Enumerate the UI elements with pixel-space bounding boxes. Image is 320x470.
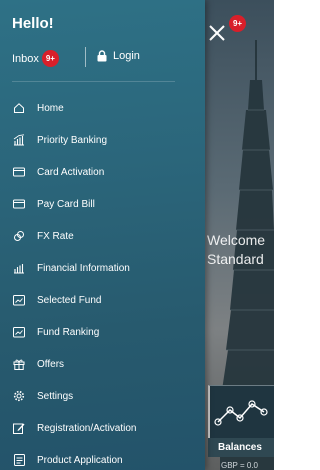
menu-item-pay-card-bill[interactable]: Pay Card Bill (0, 188, 205, 220)
header-divider-line (12, 81, 175, 82)
home-icon (12, 101, 26, 115)
header-divider (85, 47, 86, 67)
menu-label: Registration/Activation (37, 422, 137, 434)
menu-label: Product Application (37, 454, 123, 466)
welcome-line-1: Welcome (207, 232, 266, 248)
priority-banking-icon (12, 133, 26, 147)
card-icon (12, 197, 26, 211)
balances-tile-label: Balances (208, 438, 274, 457)
login-label: Login (113, 50, 140, 62)
menu-item-offers[interactable]: Offers (0, 348, 205, 380)
menu-item-financial-information[interactable]: Financial Information (0, 252, 205, 284)
balances-tile[interactable] (208, 385, 274, 439)
document-icon (12, 453, 26, 467)
edit-icon (12, 421, 26, 435)
menu-item-product-application[interactable]: Product Application (0, 444, 205, 470)
close-icon[interactable] (206, 22, 228, 44)
menu-label: Settings (37, 390, 74, 402)
currency-readout: GBP = 0.0 (221, 461, 258, 470)
gift-icon (12, 357, 26, 371)
menu-label: Financial Information (37, 262, 130, 274)
menu-label: Home (37, 102, 64, 114)
navigation-drawer: Hello! Inbox 9+ Login Home Priority Bank… (0, 0, 205, 470)
menu-label: FX Rate (37, 230, 74, 242)
menu-label: Priority Banking (37, 134, 108, 146)
drawer-menu: Home Priority Banking Card Activation Pa… (0, 92, 205, 470)
menu-label: Fund Ranking (37, 326, 100, 338)
notification-badge: 9+ (229, 15, 246, 32)
chart-trend-icon (214, 400, 268, 426)
menu-item-registration-activation[interactable]: Registration/Activation (0, 412, 205, 444)
welcome-text: Welcome Standard (207, 231, 265, 269)
fx-rate-icon (12, 229, 26, 243)
menu-item-selected-fund[interactable]: Selected Fund (0, 284, 205, 316)
menu-label: Selected Fund (37, 294, 102, 306)
inbox-label: Inbox (12, 52, 39, 65)
menu-item-fund-ranking[interactable]: Fund Ranking (0, 316, 205, 348)
greeting-text: Hello! (12, 15, 54, 32)
card-icon (12, 165, 26, 179)
lock-icon (97, 50, 107, 62)
menu-label: Card Activation (37, 166, 105, 178)
fund-icon (12, 293, 26, 307)
inbox-badge: 9+ (41, 50, 59, 67)
menu-label: Offers (37, 358, 65, 370)
menu-item-fx-rate[interactable]: FX Rate (0, 220, 205, 252)
app-screen: Welcome Standard 9+ Balances GBP = 0.0 H… (0, 0, 274, 470)
inbox-link[interactable]: Inbox 9+ (12, 50, 59, 67)
gear-icon (12, 389, 26, 403)
welcome-line-2: Standard (207, 251, 264, 267)
login-button[interactable]: Login (97, 50, 140, 62)
fund-icon (12, 325, 26, 339)
menu-item-settings[interactable]: Settings (0, 380, 205, 412)
menu-item-card-activation[interactable]: Card Activation (0, 156, 205, 188)
menu-label: Pay Card Bill (37, 198, 95, 210)
financial-info-icon (12, 261, 26, 275)
menu-item-home[interactable]: Home (0, 92, 205, 124)
menu-item-priority-banking[interactable]: Priority Banking (0, 124, 205, 156)
